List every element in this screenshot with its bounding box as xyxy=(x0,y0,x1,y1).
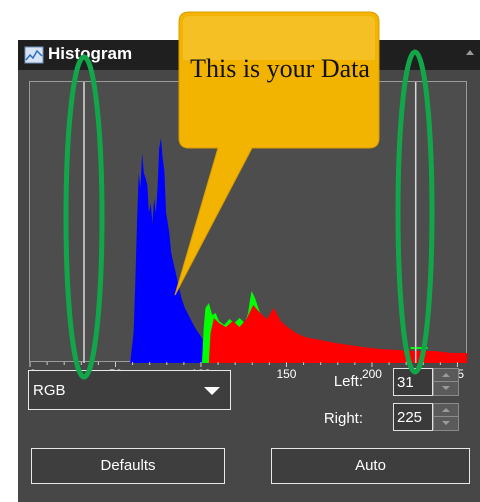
spin-down-icon xyxy=(442,386,450,390)
blue-channel-area xyxy=(130,138,211,363)
histogram-plot[interactable] xyxy=(29,81,467,363)
left-spinner[interactable] xyxy=(433,368,459,396)
left-spinner-up[interactable] xyxy=(434,369,458,382)
green-fragment xyxy=(410,347,428,349)
left-value-input[interactable]: 31 xyxy=(393,368,433,396)
right-spinner[interactable] xyxy=(433,403,459,431)
auto-button[interactable]: Auto xyxy=(271,448,470,484)
channel-select[interactable]: RGB xyxy=(28,370,231,410)
red-channel-area xyxy=(208,305,467,363)
right-label: Right: xyxy=(323,410,363,427)
histogram-panel: Histogram 0 50 100 150 200 255 RGB Left:… xyxy=(18,40,480,502)
right-value: 225 xyxy=(397,409,423,426)
spin-up-icon xyxy=(442,373,450,377)
right-spinner-up[interactable] xyxy=(434,404,458,417)
dropdown-arrow-icon xyxy=(204,387,220,395)
axis-label-200: 200 xyxy=(361,367,382,381)
spin-down-icon xyxy=(442,421,450,425)
histogram-chart xyxy=(83,82,467,363)
right-spinner-down[interactable] xyxy=(434,417,458,430)
histogram-icon xyxy=(24,46,44,64)
left-value: 31 xyxy=(397,374,414,391)
window-title: Histogram xyxy=(48,44,133,63)
left-spinner-down[interactable] xyxy=(434,382,458,395)
defaults-button[interactable]: Defaults xyxy=(31,448,225,484)
spin-up-icon xyxy=(442,408,450,412)
collapse-arrow-icon[interactable] xyxy=(466,50,474,55)
right-value-input[interactable]: 225 xyxy=(393,403,433,431)
callout-text: This is your Data xyxy=(190,54,370,83)
left-label: Left: xyxy=(333,373,363,390)
channel-select-value: RGB xyxy=(33,382,66,399)
